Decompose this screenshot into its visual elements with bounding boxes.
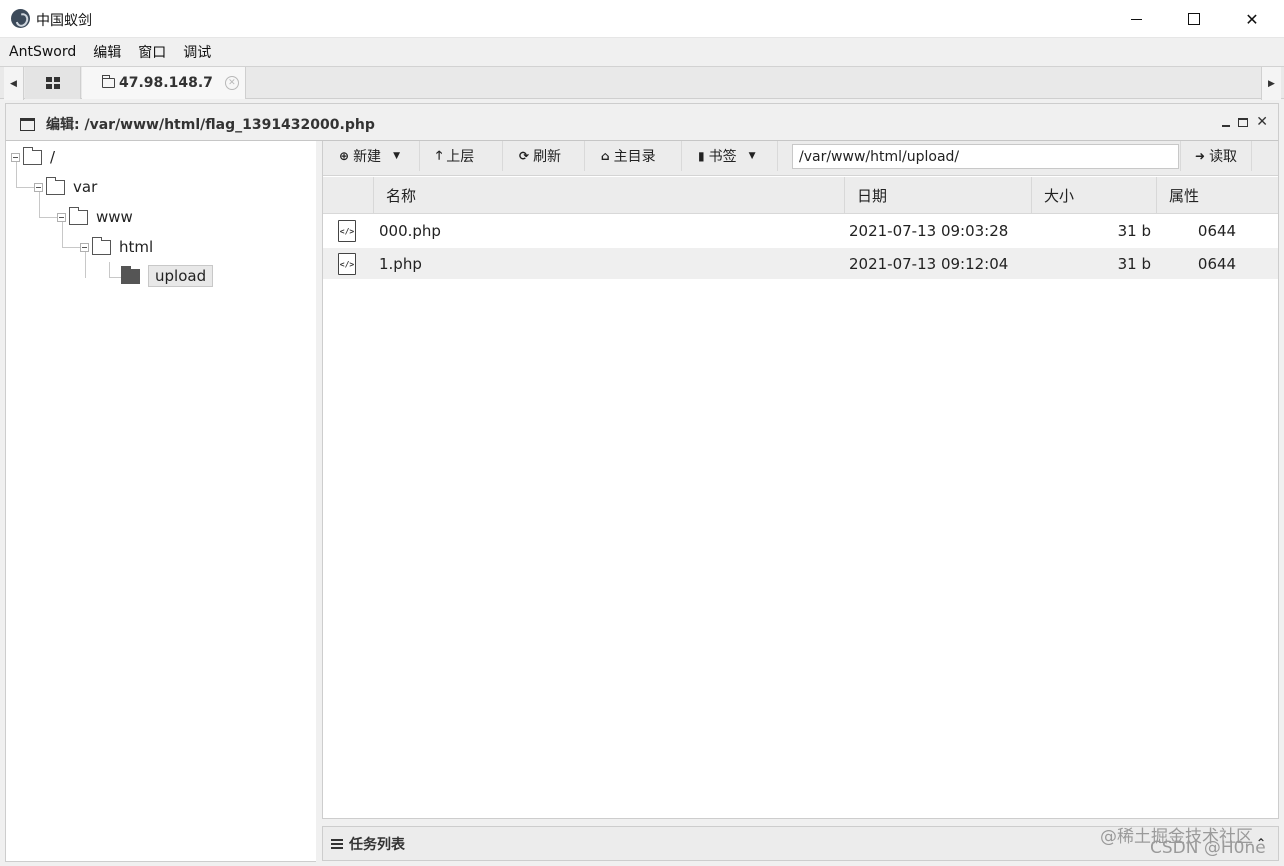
read-label: 读取 [1209, 149, 1238, 165]
php-file-icon: </> [338, 253, 356, 275]
plus-circle-icon: ⊕ [339, 149, 350, 163]
arrow-up-icon: 🡑 [436, 147, 443, 162]
folder-filled-icon [121, 265, 140, 284]
arrow-right-icon: ➜ [1195, 149, 1206, 163]
tab-host[interactable]: 47.98.148.7 ✕ [82, 67, 246, 99]
up-label: 上层 [446, 149, 475, 165]
tab-host-label: 47.98.148.7 [119, 75, 213, 91]
file-date: 2021-07-13 09:03:28 [849, 221, 1009, 240]
file-permissions: 0644 [1197, 221, 1237, 240]
file-grid-header: 名称 日期 大小 属性 [323, 177, 1278, 214]
file-name: 000.php [379, 221, 441, 240]
bookmark-button[interactable]: ▮ 书签 ▼ [682, 141, 778, 171]
minimize-button[interactable] [1107, 0, 1165, 38]
tree-connector [62, 247, 82, 248]
tree-connector [16, 187, 36, 188]
file-toolbar: ⊕ 新建 ▼ 🡑 上层 ⟳ 刷新 ⌂ 主目录 ▮ 书签 ▼ ➜ 读取 [323, 141, 1278, 176]
tree-node-label: www [96, 208, 133, 226]
bookmark-label: 书签 [708, 149, 737, 165]
close-window-button[interactable]: ✕ [1223, 0, 1281, 38]
task-list-label: 任务列表 [349, 836, 405, 853]
panel-header: 编辑: /var/www/html/flag_1391432000.php ✕ [5, 103, 1279, 141]
tab-close-icon[interactable]: ✕ [224, 76, 239, 90]
panel-close-icon[interactable]: ✕ [1256, 114, 1268, 130]
maximize-icon [1188, 13, 1200, 25]
bookmark-icon: ▮ [698, 149, 705, 163]
menu-bar: AntSword 编辑 窗口 调试 [0, 38, 1284, 65]
folder-icon [23, 146, 42, 165]
tree-connector [109, 262, 110, 278]
window-icon [20, 118, 35, 131]
panel-restore-icon[interactable] [1238, 117, 1249, 127]
refresh-button[interactable]: ⟳ 刷新 [503, 141, 585, 171]
window-title: 中国蚁剑 [36, 13, 92, 29]
column-date[interactable]: 日期 [844, 177, 1031, 214]
antsword-logo-icon [11, 9, 30, 28]
file-date: 2021-07-13 09:12:04 [849, 254, 1009, 273]
collapse-toggle-icon[interactable] [80, 242, 89, 252]
file-size: 31 b [1117, 254, 1151, 273]
watermark-text: CSDN @H0ne [1150, 838, 1266, 858]
caret-right-icon: ▶ [1268, 78, 1275, 89]
tree-node-www[interactable]: www [57, 206, 133, 228]
folder-icon [92, 236, 111, 255]
tab-home[interactable] [25, 67, 81, 99]
caret-down-icon: ▼ [393, 151, 400, 161]
column-attributes[interactable]: 属性 [1156, 177, 1278, 214]
tree-node-upload[interactable]: upload [121, 265, 214, 287]
file-size: 31 b [1117, 221, 1151, 240]
collapse-toggle-icon[interactable] [57, 212, 66, 222]
table-row[interactable]: </> 000.php 2021-07-13 09:03:28 31 b 064… [323, 215, 1278, 246]
column-name[interactable]: 名称 [373, 177, 844, 214]
maximize-button[interactable] [1165, 0, 1223, 38]
tree-node-root[interactable]: / [11, 146, 55, 168]
home-label: 主目录 [613, 149, 656, 165]
tree-node-var[interactable]: var [34, 176, 97, 198]
title-bar: 中国蚁剑 ✕ [0, 0, 1284, 38]
list-icon [331, 838, 343, 849]
php-file-icon: </> [338, 220, 356, 242]
file-name: 1.php [379, 254, 422, 273]
new-label: 新建 [353, 149, 382, 165]
read-button[interactable]: ➜ 读取 [1180, 141, 1253, 171]
home-icon: ⌂ [601, 149, 610, 163]
new-button[interactable]: ⊕ 新建 ▼ [323, 141, 420, 171]
table-row[interactable]: </> 1.php 2021-07-13 09:12:04 31 b 0644 [323, 248, 1278, 279]
caret-left-icon: ◀ [10, 78, 17, 89]
panel-title: 编辑: /var/www/html/flag_1391432000.php [46, 117, 375, 133]
refresh-icon: ⟳ [519, 149, 530, 163]
menu-window[interactable]: 窗口 [129, 42, 174, 62]
panel-controls: ✕ [1222, 114, 1268, 130]
minimize-icon [1130, 18, 1142, 20]
tree-node-label: upload [148, 265, 214, 287]
tree-node-html[interactable]: html [80, 236, 153, 258]
folder-icon [69, 206, 88, 225]
tab-bar: ◀ 47.98.148.7 ✕ ▶ [0, 66, 1284, 100]
menu-edit[interactable]: 编辑 [84, 42, 129, 62]
menu-antsword[interactable]: AntSword [0, 44, 84, 60]
folder-icon [102, 75, 115, 88]
tab-scroll-left-button[interactable]: ◀ [4, 67, 24, 100]
tree-node-label: var [73, 178, 98, 196]
panel-minimize-icon[interactable] [1222, 125, 1231, 127]
grid-icon [45, 77, 60, 89]
tree-node-label: / [50, 148, 56, 166]
directory-tree: / var www html upload [5, 141, 316, 862]
home-dir-button[interactable]: ⌂ 主目录 [585, 141, 682, 171]
file-list-pane: ⊕ 新建 ▼ 🡑 上层 ⟳ 刷新 ⌂ 主目录 ▮ 书签 ▼ ➜ 读取 名称 日期… [322, 141, 1279, 819]
caret-down-icon: ▼ [748, 151, 756, 161]
close-icon: ✕ [1245, 9, 1259, 29]
folder-icon [46, 176, 65, 195]
path-input[interactable] [792, 144, 1179, 169]
collapse-toggle-icon[interactable] [11, 152, 20, 162]
collapse-toggle-icon[interactable] [34, 182, 43, 192]
tree-connector [39, 217, 59, 218]
menu-debug[interactable]: 调试 [174, 42, 219, 62]
file-permissions: 0644 [1197, 254, 1237, 273]
column-size[interactable]: 大小 [1031, 177, 1156, 214]
tree-node-label: html [119, 238, 154, 256]
tab-scroll-right-button[interactable]: ▶ [1261, 67, 1281, 100]
up-level-button[interactable]: 🡑 上层 [420, 141, 503, 171]
refresh-label: 刷新 [533, 149, 562, 165]
